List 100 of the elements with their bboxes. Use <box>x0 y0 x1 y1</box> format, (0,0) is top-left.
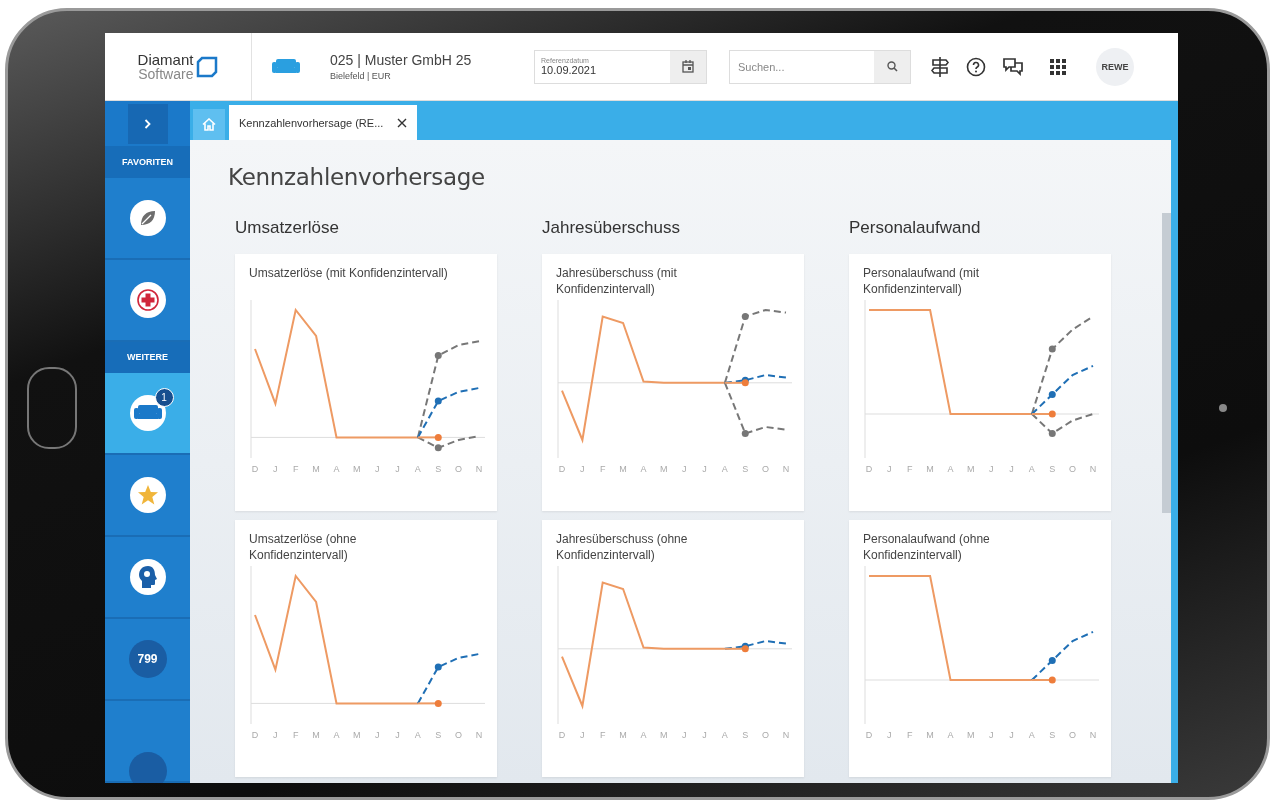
axis-label: N <box>1088 730 1098 740</box>
axis-label: S <box>1048 730 1057 740</box>
axis-label: F <box>598 730 607 740</box>
axis-label: D <box>250 464 260 474</box>
axis-label: F <box>291 730 300 740</box>
axis-label: A <box>1027 464 1036 474</box>
chart-title: Jahresüberschuss (ohne Konfidenzintervall) <box>556 532 689 564</box>
calendar-button[interactable] <box>670 50 706 83</box>
axis-label: J <box>394 464 401 474</box>
axis-label: J <box>680 730 688 740</box>
calendar-icon <box>682 60 694 73</box>
help-icon <box>966 56 986 77</box>
axis-label: J <box>579 730 586 740</box>
sidebar-item[interactable] <box>105 455 190 537</box>
axis-label: M <box>618 464 628 474</box>
forecast-line <box>1030 364 1094 415</box>
sidebar-section-label: WEITERE <box>105 341 190 373</box>
signpost-icon <box>931 56 949 77</box>
axis-label: D <box>864 730 874 740</box>
apps-grid-button[interactable] <box>1050 58 1066 75</box>
forecast-point <box>1048 391 1056 398</box>
sidebar-item[interactable] <box>105 177 190 260</box>
forecast-line <box>416 653 480 705</box>
axis-label: A <box>639 730 648 740</box>
tab-label: Kennzahlenvorhersage (RE... <box>239 116 384 129</box>
chart-title: Personalaufwand (mit Konfidenzintervall) <box>863 266 981 298</box>
axis-label: J <box>886 730 893 740</box>
sidebar-item[interactable] <box>105 259 190 342</box>
tab[interactable]: Kennzahlenvorhersage (RE... <box>229 105 418 140</box>
axis-label: J <box>272 730 279 740</box>
chart-title: Jahresüberschuss (mit Konfidenzintervall) <box>556 266 678 298</box>
close-icon[interactable] <box>397 117 408 128</box>
sidebar-item[interactable]: 799 <box>105 619 190 701</box>
upper-bound-point <box>741 313 749 320</box>
forecast-line <box>416 387 480 439</box>
chevron-right-icon <box>144 118 151 129</box>
count-circle: 799 <box>128 640 167 678</box>
logo-subtitle: Software <box>138 67 194 81</box>
help-button[interactable] <box>966 56 986 77</box>
home-icon <box>202 118 216 131</box>
axis-label: M <box>618 730 628 740</box>
axis-label: F <box>905 730 914 740</box>
axis-label: D <box>557 464 567 474</box>
axis-label: O <box>761 464 771 474</box>
axis-label: J <box>1008 464 1015 474</box>
user-avatar-button[interactable]: REWE <box>1096 47 1134 86</box>
sofa-icon <box>133 405 162 421</box>
search-button[interactable] <box>874 50 910 83</box>
axis-label: J <box>373 464 381 474</box>
scrollbar-thumb[interactable] <box>1162 213 1171 513</box>
axis-label: M <box>311 730 321 740</box>
axis-label: J <box>579 464 586 474</box>
axis-label: M <box>925 730 935 740</box>
axis-label: F <box>291 464 300 474</box>
axis-label: S <box>434 464 443 474</box>
axis-label: A <box>413 464 422 474</box>
star-icon <box>135 483 160 507</box>
company-name: 025 | Muster GmbH 25 <box>330 52 472 68</box>
forecast-line <box>1030 630 1094 681</box>
axis-label: J <box>987 464 995 474</box>
company-location: Bielefeld | EUR <box>330 71 392 81</box>
axis-label: J <box>701 730 708 740</box>
forecast-point <box>434 663 442 671</box>
actual-point <box>1048 676 1056 684</box>
axis-label: J <box>701 464 708 474</box>
search-box[interactable]: Suchen... <box>729 49 911 84</box>
chat-icon <box>1003 57 1023 76</box>
axis-label: A <box>332 730 341 740</box>
axis-label: N <box>474 464 484 474</box>
axis-label: M <box>352 464 362 474</box>
home-button[interactable] <box>26 367 77 449</box>
actual-point <box>741 379 749 387</box>
chart-title: Personalaufwand (ohne Konfidenzintervall) <box>863 532 991 564</box>
axis-label: M <box>966 464 976 474</box>
axis-label: O <box>1068 730 1078 740</box>
axis-label: J <box>886 464 893 474</box>
axis-label: J <box>1008 730 1015 740</box>
lower-bound-point <box>1048 430 1056 437</box>
upper-bound-point <box>434 352 442 359</box>
axis-label: J <box>272 464 279 474</box>
axis-label: A <box>946 464 955 474</box>
sidebar-item[interactable] <box>105 537 190 619</box>
chat-button[interactable] <box>1003 57 1023 76</box>
axis-label: A <box>720 730 729 740</box>
axis-label: S <box>741 464 750 474</box>
axis-label: J <box>394 730 401 740</box>
lower-bound-line <box>723 381 787 435</box>
forecast-point <box>434 397 442 405</box>
axis-label: A <box>720 464 729 474</box>
axis-label: F <box>905 464 914 474</box>
search-icon <box>886 61 898 72</box>
medical-cross-icon <box>136 288 159 311</box>
page-title: Kennzahlenvorhersage <box>228 164 486 190</box>
axis-label: M <box>659 464 669 474</box>
axis-label: O <box>1068 464 1078 474</box>
axis-label: J <box>680 464 688 474</box>
signpost-button[interactable] <box>931 56 949 77</box>
axis-label: A <box>413 730 422 740</box>
sidebar-item[interactable]: 1 <box>105 373 190 455</box>
axis-label: N <box>1088 464 1098 474</box>
